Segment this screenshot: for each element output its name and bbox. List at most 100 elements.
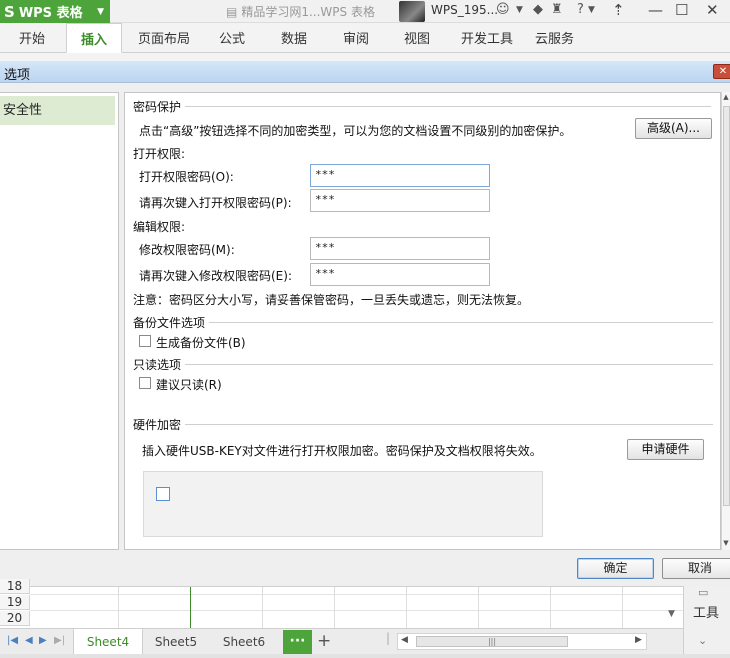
- side-task-panel: ▭ 工具 ⌄: [683, 586, 730, 658]
- minimize-icon[interactable]: —: [648, 1, 663, 19]
- divider: [185, 106, 712, 107]
- backup-checkbox[interactable]: [139, 335, 151, 347]
- toolbox-icon[interactable]: ▭: [698, 586, 708, 599]
- app-name: WPS 表格: [18, 6, 83, 21]
- tab-review[interactable]: 审阅: [343, 23, 369, 53]
- cancel-button[interactable]: 取消: [662, 558, 730, 579]
- readonly-checkbox[interactable]: [139, 377, 151, 389]
- wps-logo-icon: S: [4, 2, 15, 21]
- divider: |: [386, 631, 391, 645]
- tab-view[interactable]: 视图: [404, 23, 430, 53]
- advanced-button[interactable]: 高级(A)...: [635, 118, 712, 139]
- maximize-icon[interactable]: ☐: [675, 1, 688, 19]
- section-password-protection: 密码保护: [133, 98, 712, 115]
- prev-sheet-icon[interactable]: ◀: [25, 635, 33, 646]
- tab-developer[interactable]: 开发工具: [461, 23, 513, 53]
- tab-data[interactable]: 数据: [281, 23, 307, 53]
- scroll-down-icon[interactable]: ▼: [668, 609, 675, 619]
- divider: [209, 322, 714, 323]
- section-title: 备份文件选项: [133, 316, 206, 330]
- title-bar: S WPS 表格 ▼ ▤ 精品学习网1...WPS 表格 WPS_195... …: [0, 0, 730, 23]
- open-password-input[interactable]: ***: [310, 164, 490, 187]
- tools-button[interactable]: 工具: [693, 602, 719, 621]
- ribbon-tabs: 开始 插入 页面布局 公式 数据 审阅 视图 开发工具 云服务: [0, 23, 730, 53]
- document-icon: ▤: [226, 4, 238, 19]
- chevron-down-icon[interactable]: ▼: [516, 5, 523, 15]
- divider: [185, 424, 714, 425]
- avatar[interactable]: [399, 1, 425, 22]
- ok-button[interactable]: 确定: [577, 558, 654, 579]
- options-dialog-titlebar[interactable]: 选项 ✕: [0, 61, 730, 83]
- row-header[interactable]: 20: [0, 611, 30, 626]
- readonly-checkbox-label[interactable]: 建议只读(R): [156, 376, 222, 393]
- add-sheet-button[interactable]: +: [317, 631, 331, 651]
- chevron-down-icon[interactable]: ⌄: [698, 634, 707, 647]
- options-nav: 安全性: [0, 92, 119, 550]
- first-sheet-icon[interactable]: |◀: [7, 635, 18, 646]
- tab-insert[interactable]: 插入: [66, 23, 122, 53]
- nav-item-security[interactable]: 安全性: [0, 96, 115, 125]
- edit-password-confirm-label: 请再次键入修改权限密码(E):: [139, 269, 292, 283]
- scroll-up-icon[interactable]: ▲: [722, 93, 730, 101]
- open-permission-label: 打开权限:: [133, 147, 186, 161]
- grid-line: [118, 587, 119, 629]
- open-password-confirm-label: 请再次键入打开权限密码(P):: [139, 196, 292, 210]
- grid-line: [262, 587, 263, 629]
- dialog-close-icon[interactable]: ✕: [713, 64, 730, 79]
- status-bar: [0, 654, 730, 658]
- scrollbar-thumb[interactable]: |||: [416, 636, 568, 647]
- last-sheet-icon[interactable]: ▶|: [54, 635, 65, 646]
- section-title: 硬件加密: [133, 418, 182, 432]
- close-icon[interactable]: ✕: [706, 1, 719, 19]
- grid-line: [30, 594, 683, 595]
- scroll-left-icon[interactable]: ◀: [401, 635, 408, 645]
- apply-hardware-button[interactable]: 申请硬件: [627, 439, 704, 460]
- open-password-label: 打开权限密码(O):: [139, 170, 234, 184]
- section-title: 只读选项: [133, 358, 182, 372]
- row-header[interactable]: 19: [0, 595, 30, 610]
- edit-password-label: 修改权限密码(M):: [139, 243, 235, 257]
- backup-checkbox-label[interactable]: 生成备份文件(B): [156, 334, 246, 351]
- chevron-down-icon: ▼: [97, 6, 104, 17]
- section-readonly: 只读选项: [133, 356, 714, 373]
- chevron-down-icon[interactable]: ▼: [588, 5, 595, 15]
- sheet-tab-sheet4[interactable]: Sheet4: [73, 629, 143, 655]
- hardware-description: 插入硬件USB-KEY对文件进行打开权限加密。密码保护及文档权限将失效。: [142, 444, 542, 458]
- shirt-icon[interactable]: ♜: [551, 2, 563, 17]
- sheet-tab-sheet6[interactable]: Sheet6: [211, 629, 277, 655]
- document-tab-label: 精品学习网1...WPS 表格: [241, 5, 375, 19]
- user-name[interactable]: WPS_195...: [431, 3, 498, 17]
- horizontal-scrollbar[interactable]: ◀ ||| ▶: [397, 633, 647, 650]
- dialog-vertical-scrollbar[interactable]: ▲ ▼: [721, 92, 730, 550]
- tab-formula[interactable]: 公式: [219, 23, 245, 53]
- edit-password-input[interactable]: ***: [310, 237, 490, 260]
- edit-password-confirm-input[interactable]: ***: [310, 263, 490, 286]
- options-dialog: 安全性 密码保护 点击“高级”按钮选择不同的加密类型，可以为您的文档设置不同级别…: [0, 83, 730, 586]
- row-header[interactable]: 18: [0, 579, 30, 594]
- tab-page-layout[interactable]: 页面布局: [138, 23, 190, 53]
- more-sheets-button[interactable]: ···: [283, 630, 312, 654]
- document-tab[interactable]: ▤ 精品学习网1...WPS 表格: [226, 3, 375, 20]
- open-password-confirm-input[interactable]: ***: [310, 189, 490, 212]
- hardware-key-area: [143, 471, 543, 537]
- next-sheet-icon[interactable]: ▶: [39, 635, 47, 646]
- scrollbar-thumb[interactable]: [723, 106, 730, 506]
- selected-column-edge: [190, 587, 191, 629]
- sheet-grid[interactable]: 18 19 20 ▼: [0, 579, 683, 629]
- hardware-key-checkbox[interactable]: [156, 487, 170, 501]
- scroll-down-icon[interactable]: ▼: [722, 539, 730, 547]
- user-badge-icon[interactable]: ☺: [496, 2, 510, 17]
- sheet-tab-sheet5[interactable]: Sheet5: [143, 629, 209, 655]
- scroll-right-icon[interactable]: ▶: [635, 635, 642, 645]
- skin-icon[interactable]: ◆: [533, 2, 543, 17]
- tab-start[interactable]: 开始: [19, 23, 45, 53]
- password-note: 注意：密码区分大小写，请妥善保管密码，一旦丢失或遗忘，则无法恢复。: [133, 293, 530, 307]
- app-menu-button[interactable]: S WPS 表格 ▼: [0, 0, 110, 23]
- restore-ribbon-icon[interactable]: ⇡: [612, 1, 625, 19]
- tab-cloud[interactable]: 云服务: [535, 23, 574, 53]
- sheet-tab-bar: |◀ ◀ ▶ ▶| Sheet4 Sheet5 Sheet6 ··· + | ◀…: [0, 628, 683, 655]
- security-panel: 密码保护 点击“高级”按钮选择不同的加密类型，可以为您的文档设置不同级别的加密保…: [124, 92, 721, 550]
- section-backup: 备份文件选项: [133, 314, 714, 331]
- help-icon[interactable]: ?: [577, 2, 584, 17]
- section-hardware: 硬件加密: [133, 416, 714, 433]
